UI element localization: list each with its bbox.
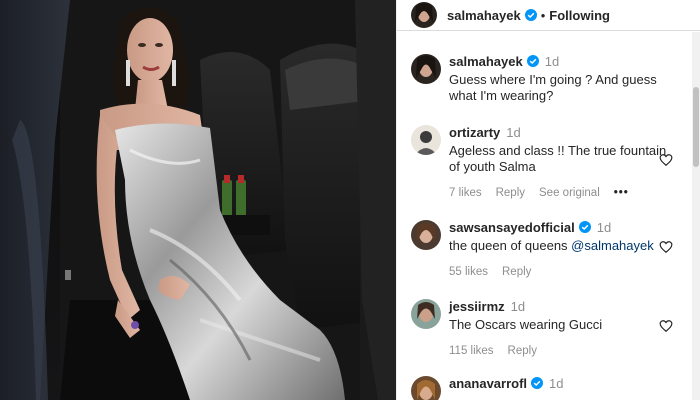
heart-icon[interactable] [659, 240, 673, 254]
comment-list: salmahayek 1d Guess where I'm going ? And… [397, 32, 689, 400]
comment-text: Ageless and class !! The true fountain o… [449, 143, 667, 174]
post-photo[interactable] [0, 0, 396, 400]
reply-button[interactable]: Reply [508, 343, 537, 359]
comment-text: the queen of queens @salmahayek [449, 238, 671, 254]
verified-badge-icon [524, 9, 537, 21]
verified-badge-icon [526, 55, 539, 67]
likes-count[interactable]: 115 likes [449, 343, 494, 359]
comment-username[interactable]: jessiirmz [449, 299, 505, 314]
separator-dot: • [540, 7, 546, 23]
comment-meta: 55 likes Reply [449, 264, 671, 280]
post-image [0, 0, 396, 400]
comments-scrollbar[interactable] [692, 32, 700, 400]
following-button[interactable]: Following [549, 8, 610, 23]
reply-button[interactable]: Reply [496, 185, 525, 201]
comment-body: ananavarrofl 1d [449, 376, 671, 392]
more-options-icon[interactable]: ••• [614, 185, 629, 201]
likes-count[interactable]: 55 likes [449, 264, 488, 280]
commenter-avatar[interactable] [411, 376, 441, 400]
see-original-button[interactable]: See original [539, 185, 600, 201]
heart-icon[interactable] [659, 153, 673, 167]
mention-link[interactable]: @salmahayek [571, 238, 654, 253]
verified-badge-icon [578, 221, 591, 233]
verified-badge-icon [531, 377, 544, 389]
scrollbar-thumb[interactable] [693, 87, 699, 167]
comment-meta: 115 likes Reply [449, 343, 671, 359]
commenter-avatar[interactable] [411, 299, 441, 329]
caption-body: salmahayek 1d Guess where I'm going ? And… [449, 54, 671, 104]
comment-time[interactable]: 1d [549, 376, 563, 391]
author-username[interactable]: salmahayek [447, 8, 521, 23]
comment-time[interactable]: 1d [597, 220, 611, 235]
caption-time[interactable]: 1d [545, 54, 559, 69]
comments-panel: salmahayek • Following salmahayek 1d Gues… [396, 0, 700, 400]
author-avatar[interactable] [411, 54, 441, 84]
comment-time[interactable]: 1d [506, 125, 520, 140]
caption-text: Guess where I'm going ? And guess what I… [449, 72, 657, 103]
comment-username[interactable]: sawsansayedofficial [449, 220, 575, 235]
author-avatar[interactable] [411, 2, 437, 28]
comment-body: jessiirmz 1d The Oscars wearing Gucci 115… [449, 299, 671, 359]
heart-icon[interactable] [659, 319, 673, 333]
commenter-avatar[interactable] [411, 125, 441, 155]
comment-username[interactable]: ortizarty [449, 125, 500, 140]
comment-text: The Oscars wearing Gucci [449, 317, 603, 332]
comment-time[interactable]: 1d [511, 299, 525, 314]
likes-count[interactable]: 7 likes [449, 185, 482, 201]
comment-username[interactable]: ananavarrofl [449, 376, 527, 391]
post-header: salmahayek • Following [397, 0, 700, 31]
comment-meta: 7 likes Reply See original ••• [449, 185, 671, 201]
caption-username[interactable]: salmahayek [449, 54, 523, 69]
comment-body: ortizarty 1d Ageless and class !! The tru… [449, 125, 671, 201]
comment-text-body: the queen of queens [449, 238, 572, 253]
comment-body: sawsansayedofficial 1d the queen of queen… [449, 220, 671, 280]
reply-button[interactable]: Reply [502, 264, 531, 280]
commenter-avatar[interactable] [411, 220, 441, 250]
